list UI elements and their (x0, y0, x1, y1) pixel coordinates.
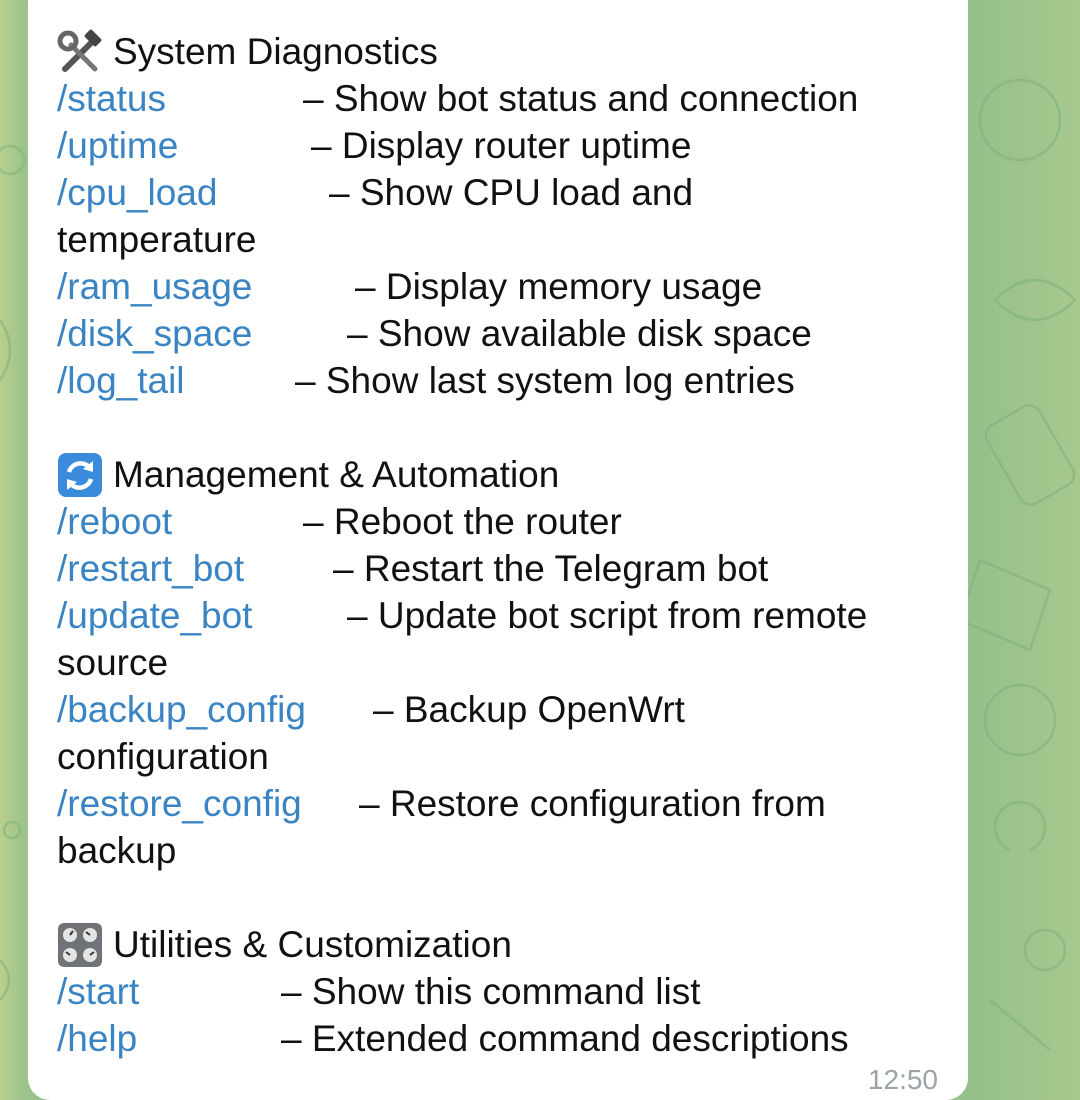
command-description: – Show this command list (281, 971, 701, 1012)
command-description-continued: configuration (57, 736, 269, 777)
command-description-continued: source (57, 642, 169, 683)
command-description: – Restore configuration from (359, 783, 826, 824)
command-row: /start – Show this command list (57, 968, 968, 1015)
command-row: /cpu_load – Show CPU load and (57, 169, 968, 216)
command-row: /uptime – Display router uptime (57, 122, 968, 169)
command-row: /restore_config – Restore configuration f… (57, 780, 968, 827)
command-description: – Show last system log entries (295, 360, 795, 401)
section-title: System Diagnostics (113, 31, 438, 72)
command-link[interactable]: /log_tail (57, 360, 185, 401)
command-description: – Display router uptime (311, 125, 692, 166)
command-link[interactable]: /backup_config (57, 689, 306, 730)
command-description: – Update bot script from remote (347, 595, 868, 636)
command-row: /reboot – Reboot the router (57, 498, 968, 545)
command-row: /restart_bot – Restart the Telegram bot (57, 545, 968, 592)
section-header: Utilities & Customization (57, 921, 968, 968)
command-link[interactable]: /reboot (57, 501, 172, 542)
tools-icon (57, 29, 103, 75)
command-link[interactable]: /restart_bot (57, 548, 244, 589)
command-row: /backup_config – Backup OpenWrt (57, 686, 968, 733)
command-row: /status – Show bot status and connection (57, 75, 968, 122)
message-text: System Diagnostics/status – Show bot stat… (57, 28, 968, 1062)
section-title: Utilities & Customization (113, 924, 512, 965)
refresh-icon (57, 452, 103, 498)
command-description: – Backup OpenWrt (373, 689, 685, 730)
command-description: – Restart the Telegram bot (333, 548, 769, 589)
command-description: – Extended command descriptions (281, 1018, 849, 1059)
command-description: – Show CPU load and (329, 172, 694, 213)
command-link[interactable]: /status (57, 78, 166, 119)
command-description: – Show bot status and connection (303, 78, 859, 119)
command-link[interactable]: /restore_config (57, 783, 302, 824)
command-link[interactable]: /uptime (57, 125, 178, 166)
message-bubble: System Diagnostics/status – Show bot stat… (28, 0, 968, 1100)
command-link[interactable]: /update_bot (57, 595, 252, 636)
command-description-continued: backup (57, 830, 177, 871)
section-title: Management & Automation (113, 454, 560, 495)
command-description-continued: temperature (57, 219, 257, 260)
command-description: – Reboot the router (303, 501, 622, 542)
command-link[interactable]: /start (57, 971, 139, 1012)
command-link[interactable]: /cpu_load (57, 172, 217, 213)
command-description: – Show available disk space (347, 313, 812, 354)
command-row: /disk_space – Show available disk space (57, 310, 968, 357)
control-knobs-icon (57, 922, 103, 968)
command-description: – Display memory usage (355, 266, 763, 307)
command-row: /help – Extended command descriptions (57, 1015, 968, 1062)
command-link[interactable]: /help (57, 1018, 137, 1059)
section-header: System Diagnostics (57, 28, 968, 75)
command-link[interactable]: /disk_space (57, 313, 252, 354)
message-time: 12:50 (867, 1064, 938, 1095)
command-link[interactable]: /ram_usage (57, 266, 252, 307)
section-header: Management & Automation (57, 451, 968, 498)
command-row: /update_bot – Update bot script from remo… (57, 592, 968, 639)
command-row: /log_tail – Show last system log entries (57, 357, 968, 404)
command-row: /ram_usage – Display memory usage (57, 263, 968, 310)
